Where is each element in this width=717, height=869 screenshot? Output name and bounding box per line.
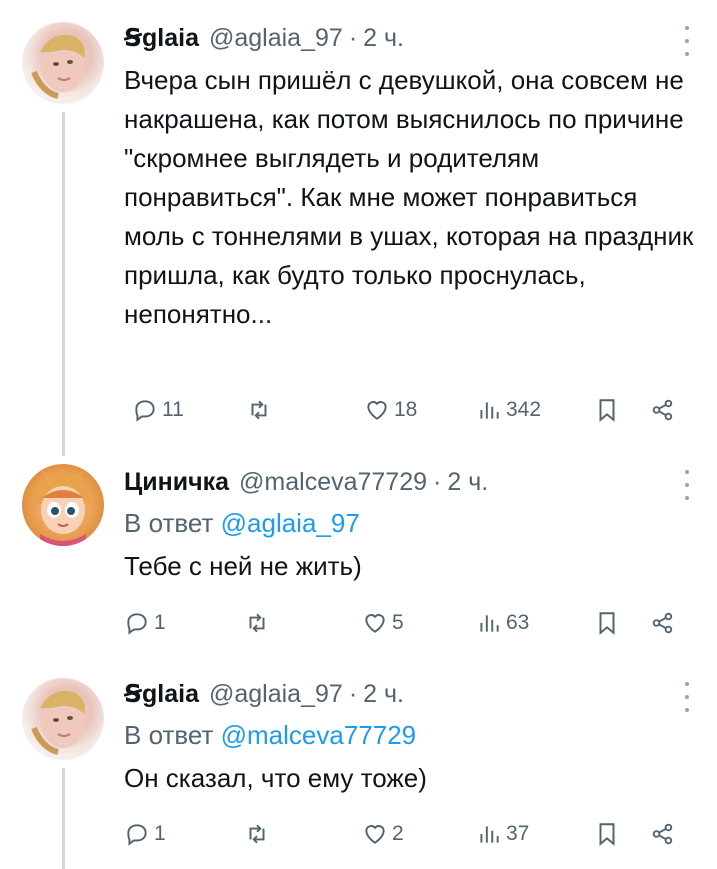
heart-icon	[367, 401, 387, 420]
bookmark-icon	[599, 612, 615, 635]
views-icon	[480, 402, 499, 419]
more-vertical-icon[interactable]	[675, 682, 699, 712]
heart-icon	[365, 614, 385, 633]
tweet-actions: 1 2 37	[124, 817, 699, 851]
reply-button[interactable]: 1	[124, 606, 166, 640]
reply-mention-link[interactable]: @malceva77729	[221, 720, 417, 750]
avatar-aglaia[interactable]	[22, 22, 104, 104]
share-icon	[652, 823, 673, 845]
views-count: 37	[506, 822, 530, 845]
like-button[interactable]: 5	[362, 606, 404, 640]
reply-button[interactable]: 11	[132, 393, 184, 427]
share-button[interactable]	[650, 393, 676, 427]
separator-dot: ·	[348, 23, 358, 52]
timestamp[interactable]: 2 ч.	[363, 680, 404, 709]
views-count: 342	[506, 398, 542, 421]
reply-mention-link[interactable]: @aglaia_97	[221, 508, 360, 538]
bookmark-button[interactable]	[594, 606, 620, 640]
reply-icon	[135, 400, 155, 422]
author-name[interactable]: Циничка	[124, 468, 229, 497]
tweet-3[interactable]: Ꞩglaia @aglaia_97 · 2 ч. В ответ @malcev…	[0, 666, 717, 869]
reply-count: 1	[154, 611, 166, 634]
retweet-button[interactable]	[244, 606, 274, 640]
reply-prefix: В ответ	[124, 508, 214, 538]
more-vertical-icon[interactable]	[675, 26, 699, 56]
retweet-icon	[251, 400, 267, 420]
separator-dot: ·	[433, 467, 442, 496]
thread-line	[62, 768, 65, 869]
avatar-cinichka-image	[35, 470, 91, 546]
heart-icon	[365, 825, 385, 844]
tweet-actions: 1 5 63	[124, 606, 699, 640]
timestamp[interactable]: 2 ч.	[447, 468, 488, 497]
tweet-1[interactable]: Ꞩglaia @aglaia_97 · 2 ч. Вчера сын пришё…	[0, 0, 717, 456]
avatar-aglaia-image	[31, 690, 85, 755]
author-handle[interactable]: @aglaia_97	[209, 24, 343, 53]
reply-context: В ответ @malceva77729	[124, 716, 699, 755]
reply-icon	[127, 824, 147, 846]
author-handle[interactable]: @malceva77729	[239, 468, 427, 497]
author-name[interactable]: Ꞩglaia	[124, 23, 199, 53]
share-button[interactable]	[650, 606, 676, 640]
bookmark-button[interactable]	[594, 393, 620, 427]
like-count: 18	[394, 398, 418, 421]
share-button[interactable]	[650, 817, 676, 851]
views-button[interactable]: 37	[476, 817, 529, 851]
views-button[interactable]: 342	[476, 393, 541, 427]
bookmark-button[interactable]	[594, 817, 620, 851]
share-icon	[652, 399, 673, 421]
tweet-text: Вчера сын пришёл с девушкой, она совсем …	[124, 65, 694, 329]
tweet-header: Ꞩglaia @aglaia_97 · 2 ч.	[124, 18, 699, 58]
like-button[interactable]: 18	[364, 393, 417, 427]
retweet-button[interactable]	[244, 817, 274, 851]
author-name[interactable]: Ꞩglaia	[124, 679, 199, 709]
share-icon	[652, 612, 673, 634]
reply-count: 11	[162, 398, 184, 421]
retweet-icon	[249, 824, 265, 844]
like-count: 2	[392, 822, 404, 845]
retweet-icon	[249, 613, 265, 633]
views-icon	[480, 615, 499, 632]
avatar-aglaia[interactable]	[22, 678, 104, 760]
reply-count: 1	[154, 822, 166, 845]
tweet-text: Он сказал, что ему тоже)	[124, 763, 427, 793]
author-handle[interactable]: @aglaia_97	[209, 680, 343, 709]
retweet-button[interactable]	[246, 393, 276, 427]
tweet-header: Ꞩglaia @aglaia_97 · 2 ч.	[124, 674, 699, 714]
reply-prefix: В ответ	[124, 720, 214, 750]
views-count: 63	[506, 611, 530, 634]
bookmark-icon	[599, 399, 615, 422]
like-button[interactable]: 2	[362, 817, 404, 851]
tweet-actions: 11 18 342	[124, 393, 699, 427]
bookmark-icon	[599, 823, 615, 846]
views-button[interactable]: 63	[476, 606, 529, 640]
like-count: 5	[392, 611, 404, 634]
thread-line	[62, 112, 65, 456]
tweet-text: Тебе с ней не жить)	[124, 551, 362, 581]
reply-icon	[127, 613, 147, 635]
separator-dot: ·	[348, 679, 358, 708]
views-icon	[480, 826, 499, 843]
reply-context: В ответ @aglaia_97	[124, 504, 699, 543]
timestamp[interactable]: 2 ч.	[363, 24, 404, 53]
tweet-header: Циничка @malceva77729 · 2 ч.	[124, 462, 699, 502]
reply-button[interactable]: 1	[124, 817, 166, 851]
avatar-cinichka[interactable]	[22, 464, 104, 546]
avatar-aglaia-image	[31, 34, 85, 99]
tweet-2[interactable]: Циничка @malceva77729 · 2 ч. В ответ @ag…	[0, 456, 717, 666]
more-vertical-icon[interactable]	[675, 470, 699, 500]
